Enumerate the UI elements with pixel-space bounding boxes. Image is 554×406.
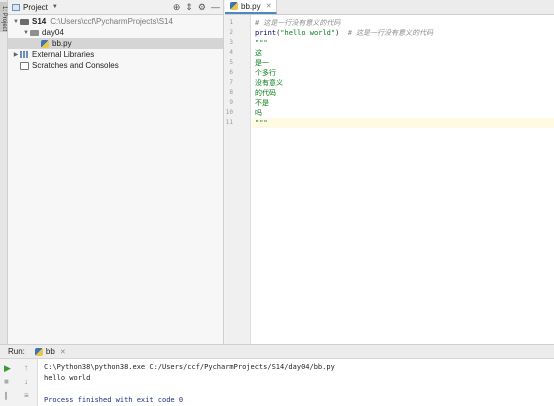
- locate-icon[interactable]: ⊕: [173, 2, 181, 13]
- stop-icon[interactable]: ■: [4, 377, 9, 386]
- line-number: 2: [229, 29, 233, 36]
- line-number: 4: [229, 49, 233, 56]
- line-number: 7: [229, 79, 233, 86]
- project-view-icon: [12, 3, 20, 11]
- close-icon[interactable]: ✕: [60, 348, 66, 356]
- editor-tab-label: bb.py: [241, 1, 261, 11]
- chevron-down-icon[interactable]: ▼: [12, 19, 20, 25]
- code-string: 个多行: [255, 69, 276, 77]
- line-number: 10: [225, 109, 233, 116]
- chevron-down-icon[interactable]: ▼: [22, 30, 30, 36]
- code-string: 没有意义: [255, 79, 283, 87]
- project-tool-tab-label: 1: Project: [1, 6, 7, 32]
- python-file-icon: [230, 2, 238, 10]
- scratches-icon: [20, 61, 29, 70]
- project-panel: Project ▼ ⊕ ⇕ ⚙ — ▼ S14 C:\Users\ccf\Pyc…: [8, 0, 224, 344]
- code-string: """: [255, 39, 268, 47]
- chevron-right-icon[interactable]: ▶: [12, 51, 20, 58]
- code-string: """: [255, 119, 268, 127]
- code-string: 吗: [255, 109, 262, 117]
- tree-item-scratches[interactable]: Scratches and Consoles: [8, 60, 223, 71]
- hide-icon[interactable]: —: [211, 2, 220, 13]
- scroll-up-icon[interactable]: ↑: [24, 363, 28, 372]
- left-tool-stripe: 1: Project: [0, 0, 8, 344]
- scroll-down-icon[interactable]: ↓: [24, 377, 28, 386]
- python-file-icon: [34, 347, 43, 356]
- library-icon: [20, 51, 29, 58]
- run-panel: Run: bb ✕ ▶ ↑ ■ ↓ ∥ ≡ C:\Python38\python…: [0, 344, 554, 406]
- code-line[interactable]: 吗: [252, 108, 554, 118]
- tree-item-external-libraries[interactable]: ▶ External Libraries: [8, 49, 223, 60]
- rerun-icon[interactable]: ▶: [4, 363, 11, 374]
- code-line[interactable]: 没有意义: [252, 78, 554, 88]
- code-area[interactable]: # 这是一行没有意义的代码 print("hello world") # 这是一行…: [252, 15, 554, 344]
- line-number: 3: [229, 39, 233, 46]
- run-tab-bb[interactable]: bb ✕: [34, 347, 66, 356]
- gear-icon[interactable]: ⚙: [198, 2, 206, 13]
- run-tab-label: bb: [45, 347, 55, 356]
- project-panel-toolbar: ⊕ ⇕ ⚙ —: [173, 2, 220, 13]
- tree-item-label: External Libraries: [32, 50, 95, 59]
- chevron-down-icon[interactable]: ▼: [52, 4, 58, 10]
- tree-item-s14[interactable]: ▼ S14 C:\Users\ccf\PycharmProjects\S14: [8, 16, 223, 27]
- editor-panel: bb.py ✕ 1 2 3 4 5 6 7 8 9 10 11 # 这是一行没有意义的代码 print…: [225, 0, 554, 344]
- code-line[interactable]: """: [252, 118, 554, 128]
- code-line[interactable]: """: [252, 38, 554, 48]
- code-comment: # 这是一行没有意义的代码: [347, 29, 434, 37]
- folder-icon: [30, 29, 39, 36]
- editor-tab-bar: bb.py ✕: [225, 0, 554, 15]
- code-line[interactable]: 个多行: [252, 68, 554, 78]
- tree-item-label: S14: [32, 17, 47, 26]
- code-string: 是一: [255, 59, 269, 67]
- project-tool-tab[interactable]: 1: Project: [0, 2, 8, 32]
- tree-item-bb-py[interactable]: bb.py: [8, 38, 223, 49]
- collapse-all-icon[interactable]: ⇕: [185, 2, 193, 13]
- run-panel-label: Run:: [8, 347, 25, 356]
- line-number: 9: [229, 99, 233, 106]
- python-file-icon: [41, 39, 49, 48]
- code-line[interactable]: 是一: [252, 58, 554, 68]
- code-function: print: [255, 29, 277, 37]
- line-number-gutter: 1 2 3 4 5 6 7 8 9 10 11: [225, 15, 251, 344]
- line-number: 5: [229, 59, 233, 66]
- console-line-command: C:\Python38\python38.exe C:/Users/ccf/Py…: [44, 363, 335, 371]
- code-string: 这: [255, 49, 262, 57]
- console-line-output: hello world: [44, 374, 91, 382]
- line-number: 1: [229, 19, 233, 26]
- line-number: 11: [225, 119, 233, 126]
- code-string: "hello world": [280, 29, 336, 37]
- pause-icon[interactable]: ∥: [4, 391, 8, 400]
- tree-item-path: C:\Users\ccf\PycharmProjects\S14: [50, 17, 173, 26]
- editor-tab-bb-py[interactable]: bb.py ✕: [225, 0, 278, 14]
- code-line[interactable]: print("hello world") # 这是一行没有意义的代码: [252, 28, 554, 38]
- soft-wrap-icon[interactable]: ≡: [24, 391, 29, 400]
- code-string: 不是: [255, 99, 269, 107]
- code-line[interactable]: 这: [252, 48, 554, 58]
- tree-item-label: bb.py: [52, 39, 72, 48]
- console-output[interactable]: C:\Python38\python38.exe C:/Users/ccf/Py…: [44, 359, 554, 406]
- project-panel-title[interactable]: Project: [23, 3, 48, 12]
- tree-item-label: Scratches and Consoles: [32, 61, 119, 70]
- code-comment: # 这是一行没有意义的代码: [255, 19, 341, 27]
- code-token: ): [335, 29, 348, 37]
- folder-icon: [20, 18, 29, 25]
- close-icon[interactable]: ✕: [266, 2, 272, 10]
- code-line[interactable]: 不是: [252, 98, 554, 108]
- run-toolbar: ▶ ↑ ■ ↓ ∥ ≡: [0, 359, 38, 406]
- tree-item-day04[interactable]: ▼ day04: [8, 27, 223, 38]
- code-string: 的代码: [255, 89, 276, 97]
- code-line[interactable]: # 这是一行没有意义的代码: [252, 18, 554, 28]
- tree-item-label: day04: [42, 28, 64, 37]
- run-panel-header: Run: bb ✕: [0, 345, 554, 359]
- code-line[interactable]: 的代码: [252, 88, 554, 98]
- line-number: 8: [229, 89, 233, 96]
- console-line-exit-status: Process finished with exit code 0: [44, 396, 184, 404]
- line-number: 6: [229, 69, 233, 76]
